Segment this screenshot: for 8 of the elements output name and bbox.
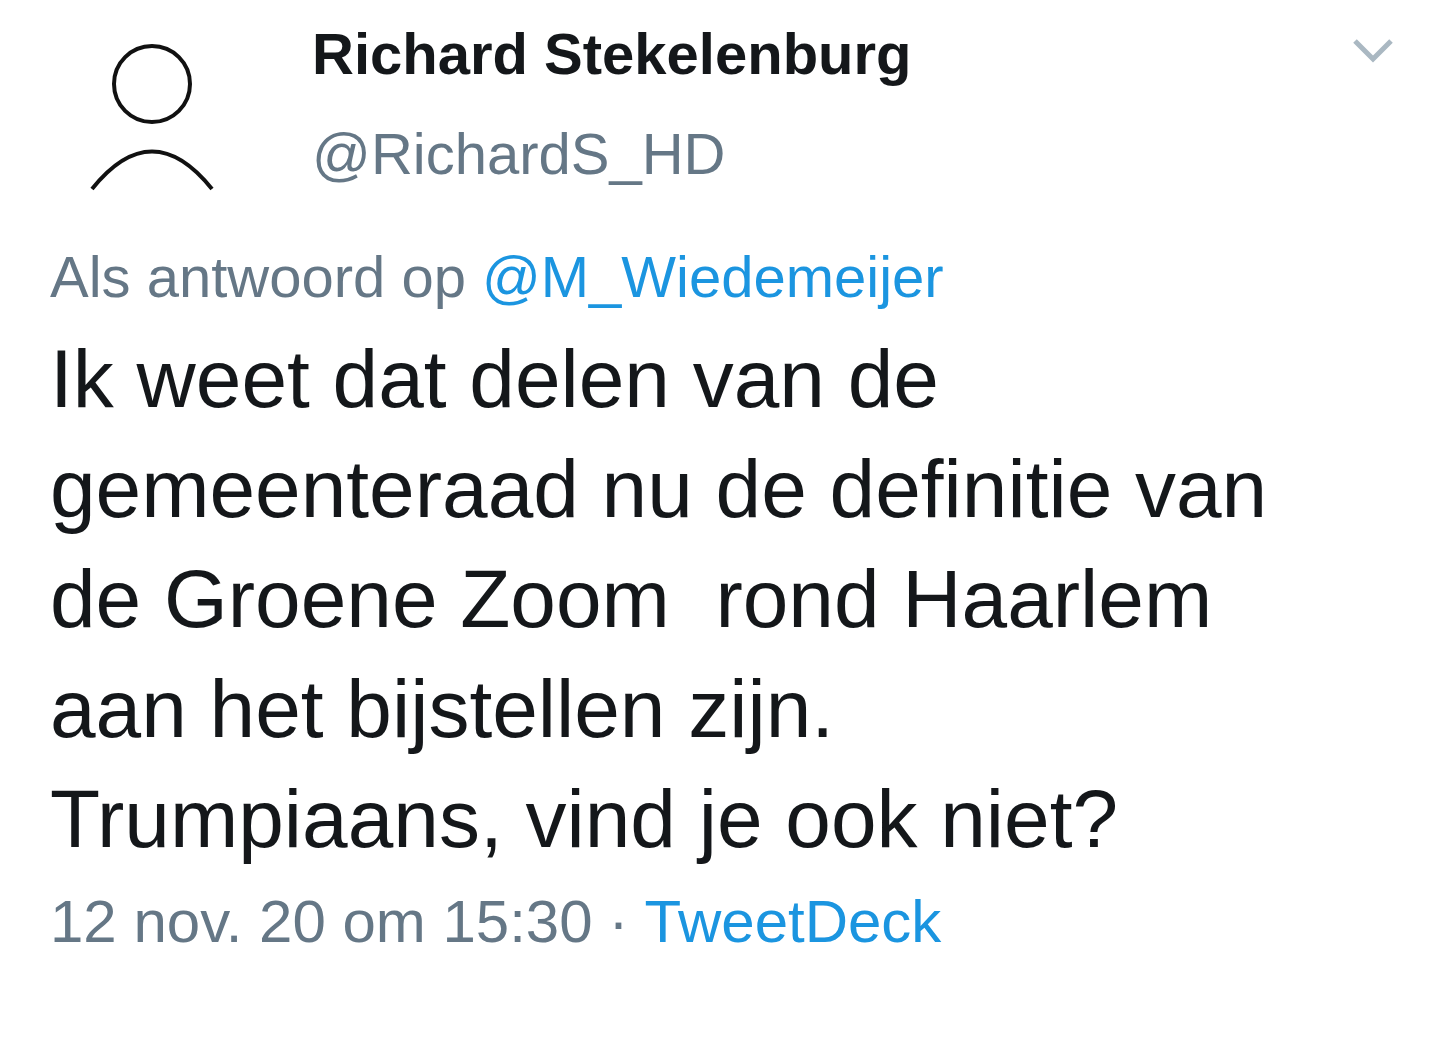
tweet-timestamp: 12 nov. 20 om 15:30 — [50, 887, 593, 957]
tweet-text: Ik weet dat delen van de gemeenteraad nu de definitie van de Groene Zoom rond Haarlem aan het bijstellen zijn. Trumpiaans, vind je ook niet? — [50, 332, 1269, 866]
author-handle: @RichardS_HD — [312, 120, 727, 188]
separator-dot: · — [608, 887, 629, 957]
author-name[interactable]: Richard Stekelenburg — [312, 14, 912, 94]
mention-link[interactable]: @M_Wiedemeijer — [481, 242, 944, 312]
reply-label: Als antwoord op — [50, 243, 466, 311]
source-link[interactable]: TweetDeck — [644, 882, 942, 962]
